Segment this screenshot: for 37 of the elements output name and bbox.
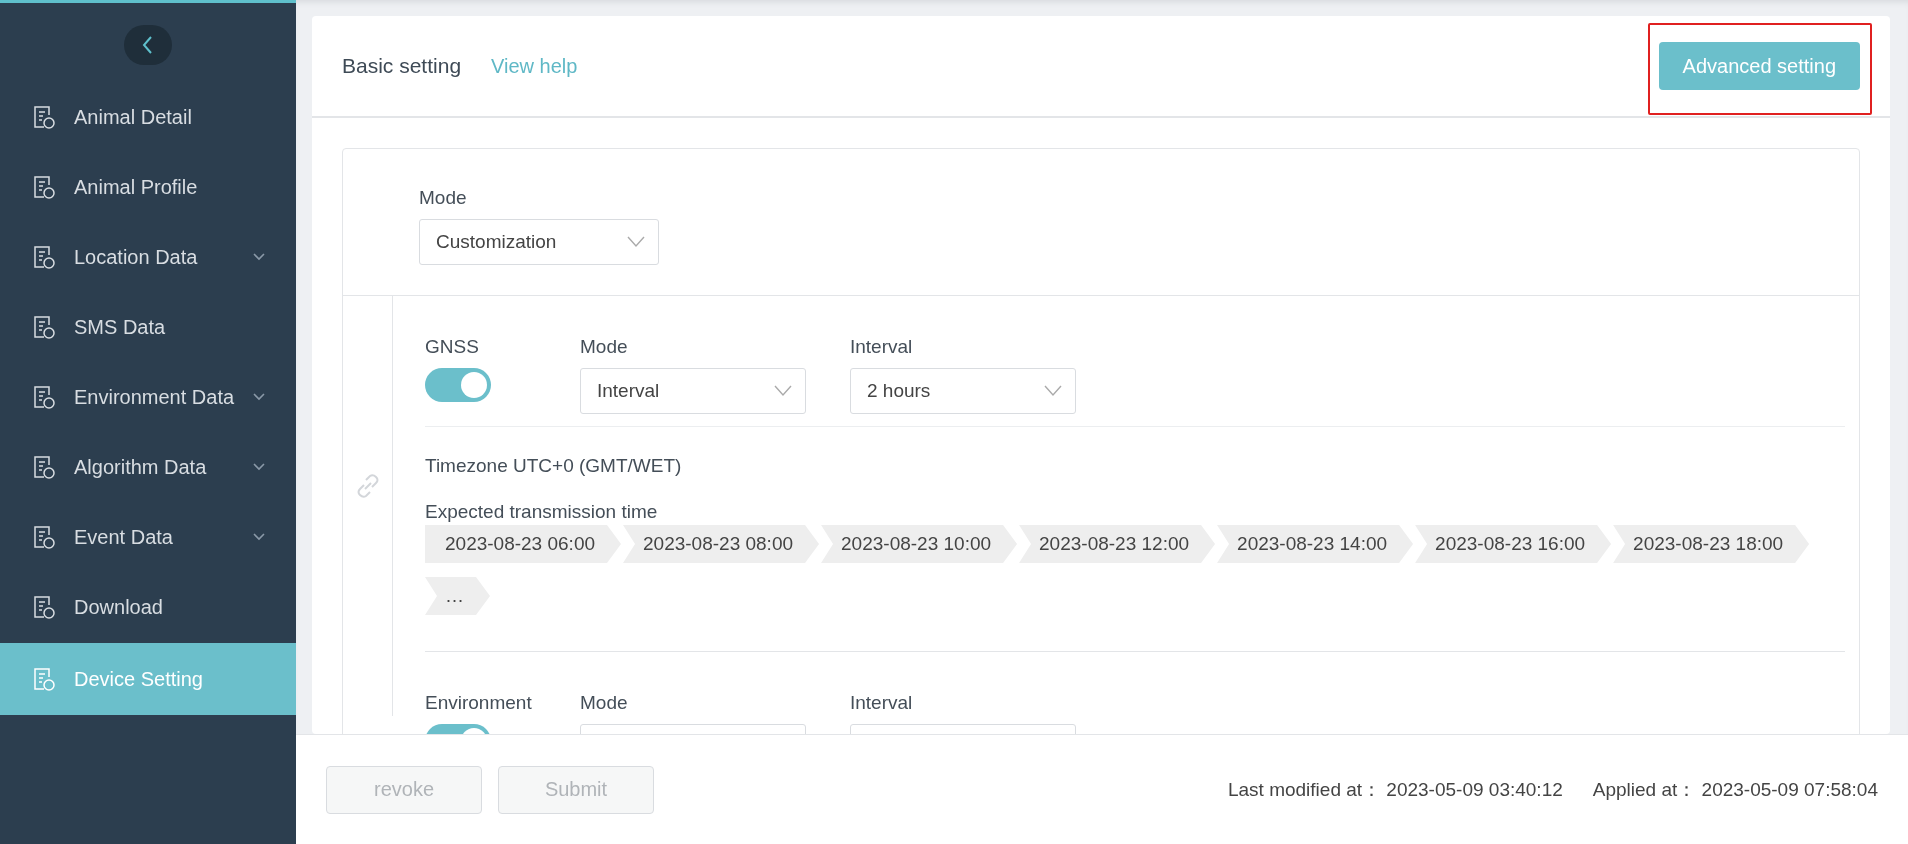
sensor-label: GNSS	[425, 336, 480, 358]
time-chip: 2023-08-23 08:00	[623, 525, 820, 563]
sidebar-item[interactable]: Location Data	[0, 221, 296, 293]
sensor-label: Environment	[425, 692, 533, 714]
section-title: Basic setting	[342, 54, 462, 78]
time-chip: …	[425, 577, 490, 615]
time-chip: 2023-08-23 12:00	[1019, 525, 1216, 563]
timezone-text: Timezone UTC+0 (GMT/WET)	[425, 455, 683, 477]
field-label: Mode	[419, 187, 468, 209]
time-chip: 2023-08-23 06:00	[425, 525, 621, 563]
field-label: Interval	[850, 692, 914, 714]
sidebar-item[interactable]: Download	[0, 571, 296, 643]
mode-dropdown[interactable]: Interval	[580, 368, 806, 414]
field-label: Mode	[580, 692, 629, 714]
sidebar-item[interactable]: Algorithm Data	[0, 431, 296, 503]
sidebar-item[interactable]: Animal Detail	[0, 81, 296, 153]
field-label: Mode	[580, 336, 629, 358]
sidebar-item[interactable]: SMS Data	[0, 291, 296, 363]
sidebar-item[interactable]: Environment Data	[0, 361, 296, 433]
link-icon	[355, 474, 380, 498]
period-dropdown[interactable]: 2 hours	[850, 368, 1076, 414]
last-modified-text: Last modified at： 2023-05-09 03:40:12	[1227, 777, 1563, 802]
collapse-button[interactable]	[124, 25, 172, 65]
time-chip: 2023-08-23 10:00	[821, 525, 1018, 563]
applied-text: Applied at： 2023-05-09 07:58:04	[1592, 777, 1878, 802]
time-chip: 2023-08-23 16:00	[1415, 525, 1612, 563]
mode-dropdown[interactable]: Customization	[419, 219, 659, 265]
chevron-down-icon	[626, 236, 646, 248]
chevron-down-icon	[1043, 385, 1063, 397]
field-label: Interval	[850, 336, 914, 358]
time-chip: 2023-08-23 14:00	[1217, 525, 1414, 563]
field-label: Expected transmission time	[425, 501, 659, 523]
sidebar-item[interactable]: Event Data	[0, 501, 296, 573]
chevron-down-icon	[773, 385, 793, 397]
time-chip: 2023-08-23 18:00	[1613, 525, 1810, 563]
toggle-switch[interactable]	[425, 368, 491, 402]
sidebar-item[interactable]: Animal Profile	[0, 151, 296, 223]
